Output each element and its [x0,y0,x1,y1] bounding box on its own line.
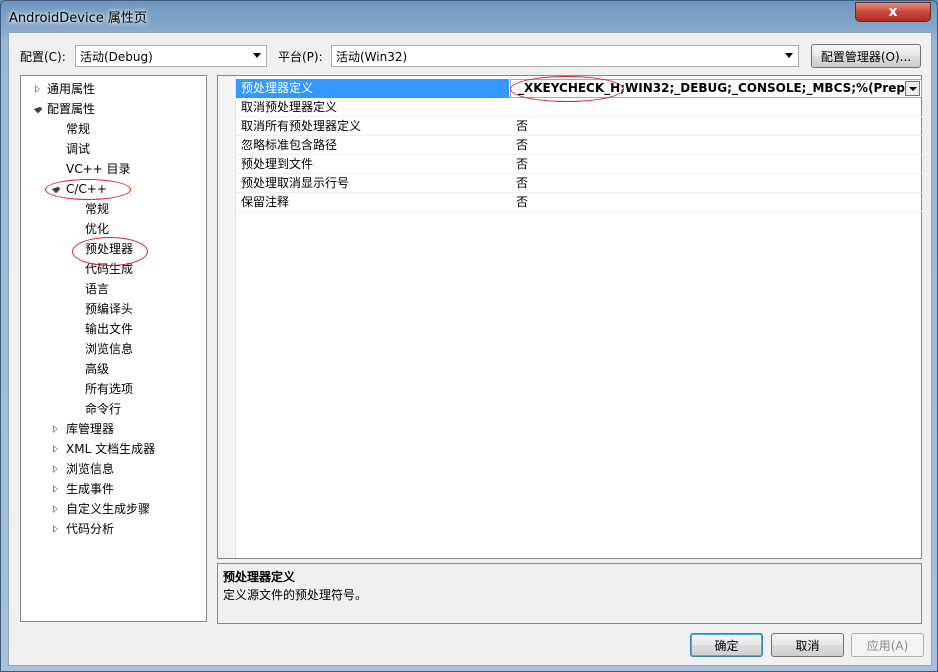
close-icon: x [888,4,898,20]
property-row-suppress-line-numbers[interactable]: 预处理取消显示行号 否 [236,174,922,193]
property-name: 取消预处理器定义 [241,100,338,114]
tree-item-label: 通用属性 [47,82,96,96]
tree-item-debugging[interactable]: 调试 [66,140,90,159]
collapse-arrow-icon[interactable] [33,104,43,114]
property-value: 否 [516,195,529,209]
expand-arrow-icon[interactable] [35,85,40,93]
property-grid: 预处理器定义 _XKEYCHECK_H;WIN32;_DEBUG;_CONSOL… [217,75,922,559]
tree-item-label: XML 文档生成器 [66,442,156,456]
property-value: _XKEYCHECK_H;WIN32;_DEBUG;_CONSOLE;_MBCS… [518,81,906,95]
tree-item-cpp-general[interactable]: 常规 [85,200,109,219]
property-value: 否 [516,176,529,190]
config-select-value: 活动(Debug) [80,50,153,64]
property-value: 否 [516,138,529,152]
property-row-keep-comments[interactable]: 保留注释 否 [236,193,922,212]
tree-item-label: 自定义生成步骤 [66,502,151,516]
platform-select[interactable]: 活动(Win32) [331,45,799,67]
expand-arrow-icon[interactable] [53,485,58,493]
tree-item-cpp-output-files[interactable]: 输出文件 [85,320,133,339]
chevron-down-icon [253,53,261,58]
property-name: 保留注释 [241,195,290,209]
tree-item-label: 生成事件 [66,482,115,496]
apply-button[interactable]: 应用(A) [851,633,924,657]
tree-item-cpp-command-line[interactable]: 命令行 [85,400,121,419]
config-label: 配置(C): [20,50,66,64]
close-button[interactable]: x [855,2,931,22]
property-pages-window: AndroidDevice 属性页 x 配置(C): 活动(Debug) 平台(… [0,0,938,672]
property-name: 忽略标准包含路径 [241,138,338,152]
platform-select-value: 活动(Win32) [336,50,408,64]
description-panel: 预处理器定义 定义源文件的预处理符号。 [217,563,922,624]
property-tree: 通用属性 配置属性 常规 调试 VC++ 目录 C/C++ 常规 优化 预处理器… [20,75,207,622]
tree-item-vc-directories[interactable]: VC++ 目录 [66,160,131,179]
tree-item-label: 配置属性 [47,102,96,116]
tree-item-cpp-advanced[interactable]: 高级 [85,360,109,379]
property-value: 否 [516,157,529,171]
property-name: 预处理取消显示行号 [241,176,350,190]
property-row-preprocess-to-file[interactable]: 预处理到文件 否 [236,155,922,174]
tree-item-general[interactable]: 常规 [66,120,90,139]
tree-item-cpp-precompiled-headers[interactable]: 预编译头 [85,300,133,319]
expand-arrow-icon[interactable] [53,505,58,513]
tree-item-label: 代码分析 [66,522,115,536]
tree-item-cpp-language[interactable]: 语言 [85,280,109,299]
tree-item-label: C/C++ [66,182,107,196]
property-row-undefine-preprocessor[interactable]: 取消预处理器定义 [236,98,922,117]
property-name: 预处理到文件 [241,157,314,171]
tree-item-cpp-browse-info[interactable]: 浏览信息 [85,340,133,359]
tree-item-label: 浏览信息 [66,462,115,476]
chevron-down-icon [785,53,793,58]
dialog-client-area: 配置(C): 活动(Debug) 平台(P): 活动(Win32) 配置管理器(… [8,32,932,666]
cancel-button[interactable]: 取消 [771,633,844,657]
config-manager-button[interactable]: 配置管理器(O)... [811,44,921,68]
dropdown-arrow-icon[interactable] [905,81,920,96]
tree-item-cpp-optimization[interactable]: 优化 [85,220,109,239]
expand-arrow-icon[interactable] [53,525,58,533]
tree-item-cpp-all-options[interactable]: 所有选项 [85,380,133,399]
window-title: AndroidDevice 属性页 [9,11,147,26]
description-title: 预处理器定义 [223,570,296,584]
collapse-arrow-icon[interactable] [51,184,61,194]
description-text: 定义源文件的预处理符号。 [223,588,368,602]
grid-gutter [218,76,236,558]
property-name: 取消所有预处理器定义 [241,119,362,133]
property-value: 否 [516,119,529,133]
ok-button[interactable]: 确定 [690,633,763,657]
expand-arrow-icon[interactable] [53,445,58,453]
config-select[interactable]: 活动(Debug) [75,45,267,67]
tree-item-cpp-codegen[interactable]: 代码生成 [85,260,133,279]
tree-item-cpp-preprocessor[interactable]: 预处理器 [85,240,133,259]
expand-arrow-icon[interactable] [53,465,58,473]
property-name: 预处理器定义 [241,81,314,95]
property-row-undefine-all[interactable]: 取消所有预处理器定义 否 [236,117,922,136]
property-row-ignore-standard-include[interactable]: 忽略标准包含路径 否 [236,136,922,155]
expand-arrow-icon[interactable] [53,425,58,433]
tree-item-label: 库管理器 [66,422,115,436]
platform-label: 平台(P): [278,50,323,64]
property-row-preprocessor-definitions[interactable]: 预处理器定义 _XKEYCHECK_H;WIN32;_DEBUG;_CONSOL… [236,79,922,98]
